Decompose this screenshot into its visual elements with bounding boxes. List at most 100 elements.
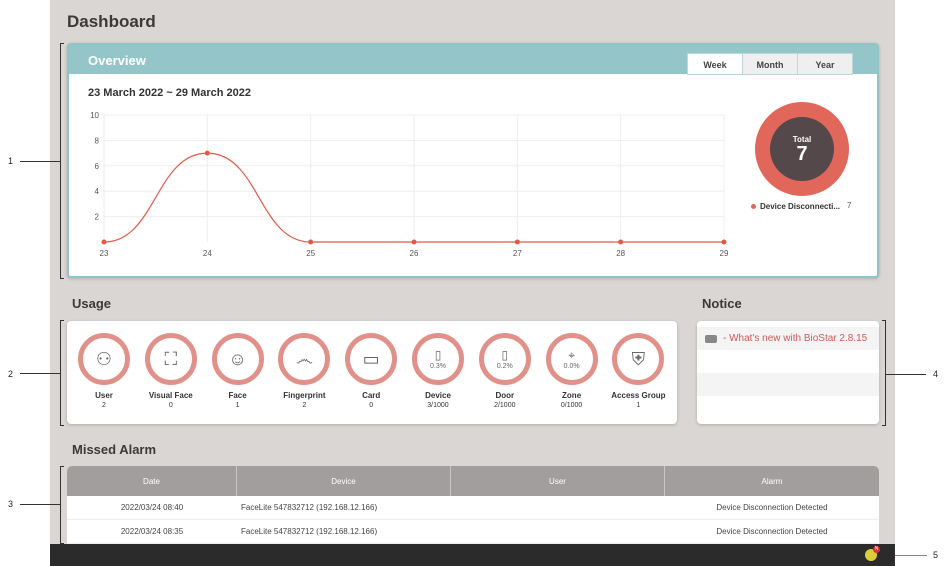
- missed-alarm-table: Date Device User Alarm 2022/03/24 08:40 …: [67, 466, 879, 544]
- col-user[interactable]: User: [451, 466, 665, 496]
- total-value: 7: [796, 143, 808, 165]
- usage-ring: ▯ 0.2%: [478, 333, 531, 385]
- data-point: [101, 239, 107, 245]
- annotation-bracket: [60, 320, 64, 426]
- usage-percent: 0.2%: [496, 362, 513, 370]
- usage-value: 0: [369, 402, 374, 409]
- usage-title: Usage: [72, 296, 112, 311]
- x-tick-label: 24: [203, 249, 212, 258]
- cell-alarm: Device Disconnection Detected: [716, 527, 828, 536]
- data-point: [411, 239, 417, 245]
- usage-value: 1: [636, 402, 641, 409]
- usage-ring: ⛨: [612, 333, 665, 385]
- col-date[interactable]: Date: [67, 466, 237, 496]
- annotation-line: [895, 555, 927, 556]
- notice-empty-row: [697, 350, 879, 373]
- tab-year[interactable]: Year: [797, 53, 853, 75]
- zone-icon: ⌖: [568, 347, 575, 362]
- usage-item-device[interactable]: ▯ 0.3% Device 3/1000: [405, 333, 471, 409]
- usage-item-card[interactable]: ▭ Card 0: [338, 333, 404, 409]
- usage-label: User: [95, 391, 113, 400]
- usage-label: Device: [425, 391, 451, 400]
- col-device[interactable]: Device: [237, 466, 451, 496]
- face-icon: ☺: [228, 349, 247, 369]
- notice-panel: - What's new with BioStar 2.8.15: [697, 321, 879, 424]
- usage-ring: ▯ 0.3%: [412, 333, 464, 385]
- cell-user: [451, 496, 665, 519]
- col-alarm[interactable]: Alarm: [665, 466, 879, 496]
- notice-title: Notice: [702, 296, 742, 311]
- device-icon: ▯: [434, 347, 442, 362]
- usage-label: Visual Face: [148, 391, 193, 400]
- annotation-2: 2: [8, 369, 14, 379]
- usage-percent: 0.3%: [430, 362, 446, 370]
- notice-empty-row: [697, 373, 879, 396]
- data-point: [618, 239, 624, 245]
- legend-value: 7: [847, 201, 852, 210]
- usage-panel: ⚇ User 2 ⛶ Visual Face 0 ☺ Face 1 ෴ Fingerprint 2 ▭ C…: [67, 321, 677, 424]
- data-point: [514, 239, 520, 245]
- cell-device: FaceLite 547832712 (192.168.12.166): [241, 503, 378, 512]
- x-tick-label: 25: [306, 249, 315, 258]
- usage-item-door[interactable]: ▯ 0.2% Door 2/1000: [472, 333, 538, 409]
- table-row[interactable]: 2022/03/24 08:40 FaceLite 547832712 (192…: [67, 496, 879, 520]
- notice-link[interactable]: - What's new with BioStar 2.8.15: [723, 333, 867, 344]
- dashboard: Dashboard Overview Week Month Year 23 Ma…: [50, 0, 895, 566]
- annotation-bracket: [60, 43, 64, 279]
- usage-label: Door: [495, 391, 515, 400]
- annotation-line: [20, 504, 60, 505]
- usage-value: 1: [235, 402, 240, 409]
- fingerprint-icon: ෴: [295, 349, 313, 369]
- user-icon: ⚇: [95, 349, 113, 369]
- visual-face-icon: ⛶: [164, 349, 178, 369]
- x-tick-label: 23: [100, 249, 109, 258]
- usage-label: Face: [228, 391, 247, 400]
- x-tick-label: 27: [513, 249, 522, 258]
- usage-ring: ⌖ 0.0%: [545, 333, 598, 385]
- page-title: Dashboard: [67, 12, 156, 31]
- access-group-icon: ⛨: [631, 349, 646, 369]
- cell-date: 2022/03/24 08:35: [120, 527, 184, 536]
- line-chart: 24681023 24 25 26 27 28 29: [90, 111, 729, 258]
- usage-ring: ☺: [211, 333, 264, 385]
- annotation-4: 4: [933, 369, 939, 379]
- x-tick-label: 26: [410, 249, 419, 258]
- tab-month[interactable]: Month: [742, 53, 798, 75]
- usage-item-face[interactable]: ☺ Face 1: [205, 333, 271, 409]
- usage-ring: ෴: [278, 333, 331, 385]
- notice-item[interactable]: - What's new with BioStar 2.8.15: [697, 327, 879, 350]
- data-point: [308, 239, 314, 245]
- usage-item-user[interactable]: ⚇ User 2: [71, 333, 137, 409]
- annotation-line: [20, 161, 60, 162]
- card-icon: ▭: [362, 349, 380, 369]
- y-tick-label: 6: [95, 162, 100, 171]
- y-tick-label: 10: [90, 111, 99, 120]
- usage-item-visual-face[interactable]: ⛶ Visual Face 0: [138, 333, 204, 409]
- usage-value: 3/1000: [427, 402, 449, 409]
- usage-item-fingerprint[interactable]: ෴ Fingerprint 2: [271, 333, 337, 409]
- annotation-line: [886, 374, 926, 375]
- annotation-line: [20, 373, 60, 374]
- cell-device: FaceLite 547832712 (192.168.12.166): [241, 527, 378, 536]
- usage-label: Access Group: [611, 391, 666, 400]
- data-point: [204, 150, 210, 156]
- notice-empty-row: [697, 396, 879, 419]
- usage-label: Fingerprint: [283, 391, 326, 400]
- x-tick-label: 28: [616, 249, 625, 258]
- legend-label: Device Disconnecti...: [760, 202, 841, 211]
- missed-alarm-title: Missed Alarm: [72, 442, 157, 457]
- cell-date: 2022/03/24 08:40: [120, 503, 184, 512]
- table-header: Date Device User Alarm: [67, 466, 879, 496]
- table-row[interactable]: 2022/03/24 08:35 FaceLite 547832712 (192…: [67, 520, 879, 544]
- usage-ring: ▭: [345, 333, 398, 385]
- usage-item-access-group[interactable]: ⛨ Access Group 1: [605, 333, 671, 409]
- usage-label: Zone: [562, 391, 582, 400]
- y-tick-label: 8: [95, 136, 100, 145]
- status-bar: N: [50, 544, 895, 566]
- usage-ring: ⛶: [144, 333, 197, 385]
- usage-item-zone[interactable]: ⌖ 0.0% Zone 0/1000: [539, 333, 605, 409]
- data-point: [721, 239, 727, 245]
- usage-ring: ⚇: [78, 333, 130, 385]
- cell-alarm: Device Disconnection Detected: [716, 503, 828, 512]
- usage-value: 2: [102, 402, 106, 409]
